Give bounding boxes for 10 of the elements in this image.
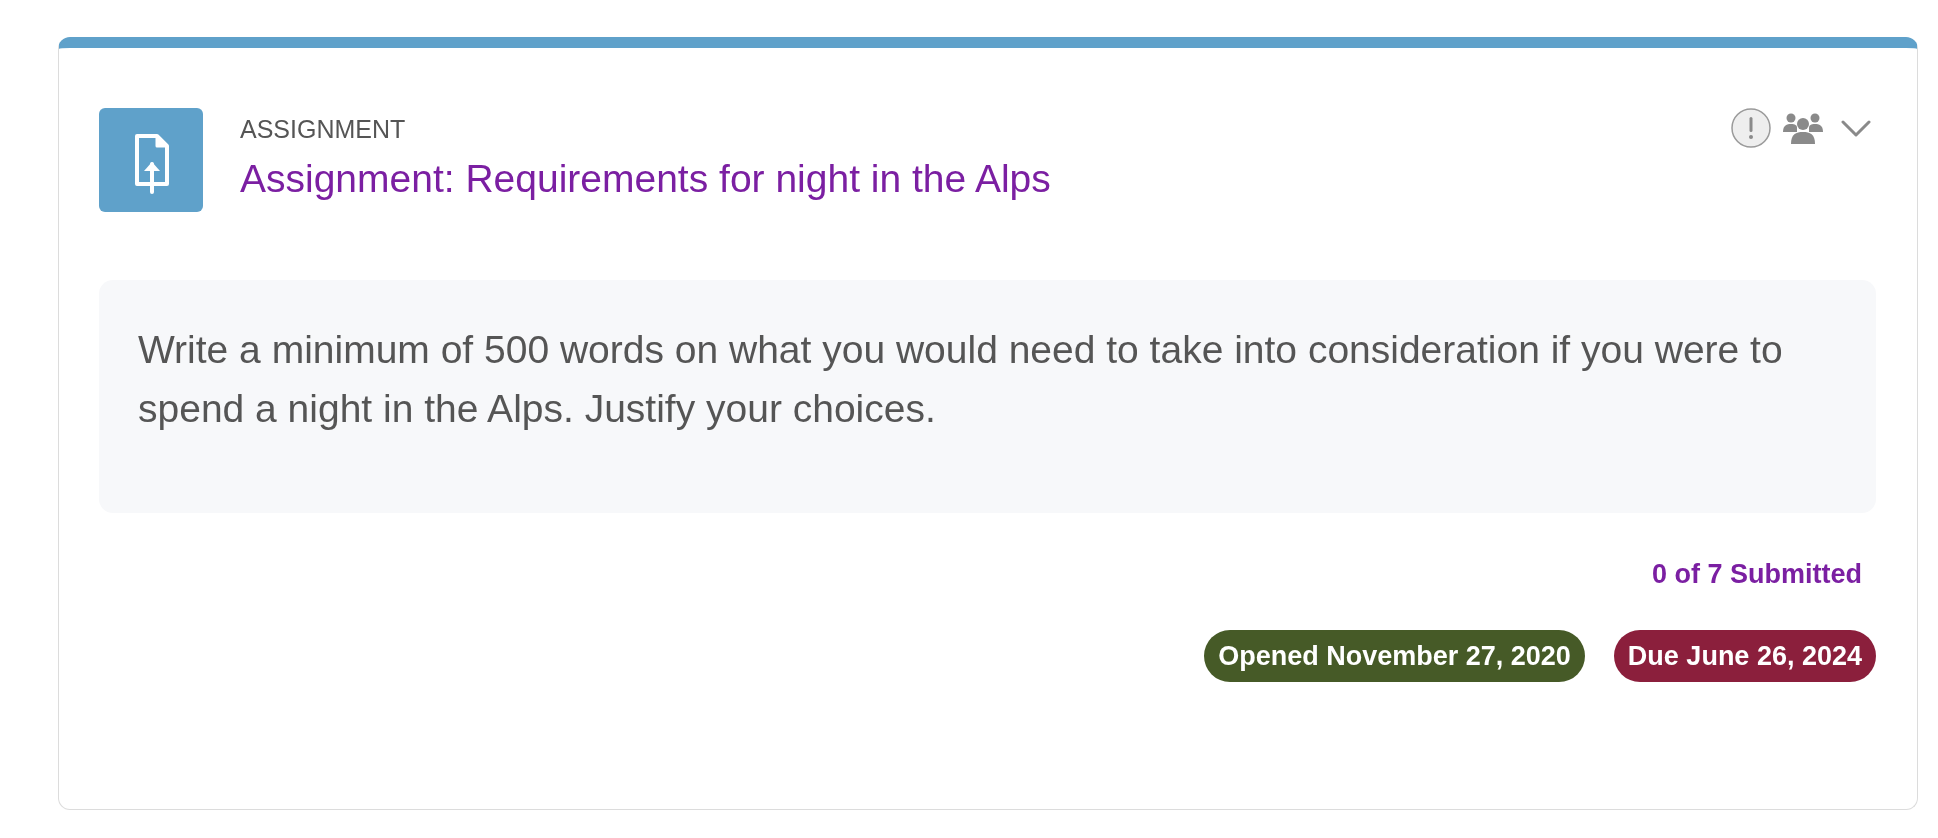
group-icon[interactable] — [1783, 112, 1823, 144]
chevron-down-icon[interactable] — [1841, 119, 1871, 137]
file-upload-icon — [99, 108, 203, 212]
date-badge: Due June 26, 2024 — [1613, 630, 1876, 682]
assignment-title-link[interactable]: Assignment: Requirements for night in the Alps — [240, 156, 1051, 202]
date-badge: Opened November 27, 2020 — [1204, 630, 1585, 682]
activity-type-label: ASSIGNMENT — [240, 114, 406, 144]
assignment-description: Write a minimum of 500 words on what you would need to take into consideration if you were to spend a night in the Alps. Justify your choices. — [138, 327, 1784, 432]
submission-count-link[interactable]: 0 of 7 Submitted — [1652, 558, 1862, 590]
info-icon[interactable] — [1731, 108, 1771, 148]
